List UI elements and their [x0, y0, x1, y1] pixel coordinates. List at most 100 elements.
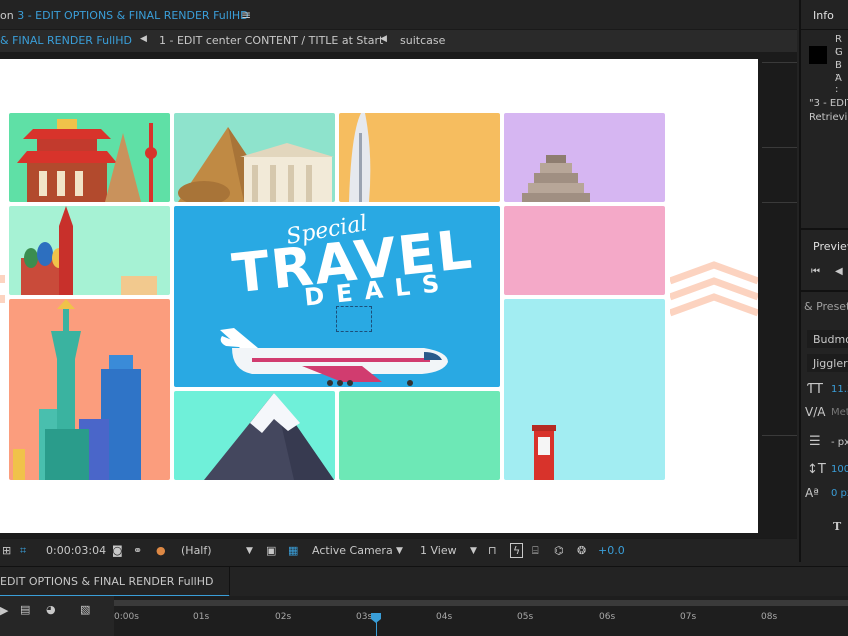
chevron-down-icon[interactable]: ▼ [470, 546, 477, 556]
tile-dubai [339, 113, 500, 202]
color-swatch [809, 46, 827, 64]
timeline-tab-active[interactable]: EDIT OPTIONS & FINAL RENDER FullHD [0, 567, 230, 597]
airplane-illustration [220, 328, 448, 386]
time-tick: 01s [193, 612, 210, 622]
guide-line [762, 147, 797, 148]
bold-button[interactable]: T [833, 520, 841, 533]
comp-marker-icon[interactable]: ▶ [0, 604, 8, 617]
composition-title[interactable]: on 3 - EDIT OPTIONS & FINAL RENDER FullH… [0, 9, 249, 22]
time-ruler[interactable]: 0:00s 01s 02s 03s 04s 05s 06s 07s 08s [114, 596, 848, 636]
chevron-down-icon[interactable]: ▼ [246, 546, 253, 556]
right-panel-stack: Info R : G : B : A : "3 - EDIT Retrievin… [799, 0, 848, 562]
chevron-decoration-left [0, 275, 5, 303]
time-tick: 04s [436, 612, 453, 622]
mountain-illustration [204, 393, 334, 480]
viewer-toolbar: ⊞ ⌗ 0:00:03:04 ◙ ⚭ ● (Half) ▼ ▣ ▦ Active… [0, 538, 797, 562]
composition-prefix: on [0, 9, 14, 22]
baseline-shift-icon: Aª [805, 486, 819, 500]
region-icon[interactable]: ⌗ [20, 544, 26, 558]
exposure-reset-icon[interactable]: ❂ [577, 544, 586, 557]
kremlin-illustration [21, 206, 157, 295]
composition-viewer[interactable]: Special TRAVEL DEALS [0, 52, 797, 538]
guide-line [762, 435, 797, 436]
tile-mountain [174, 391, 335, 480]
info-a-label: A : [835, 73, 842, 95]
preset-item[interactable]: Jiggler [807, 354, 848, 372]
graph-editor-icon[interactable]: ▧ [80, 603, 90, 616]
time-tick: 0:00s [114, 612, 139, 622]
guide-line [762, 62, 797, 63]
pixel-aspect-icon[interactable]: ⊓ [488, 544, 497, 557]
flowchart-item-suitcase[interactable]: suitcase [400, 34, 445, 47]
playhead-handle[interactable] [371, 613, 381, 623]
kerning-value[interactable]: Met [831, 407, 848, 418]
time-tick: 08s [761, 612, 778, 622]
composition-header: on 3 - EDIT OPTIONS & FINAL RENDER FullH… [0, 0, 797, 30]
presets-tab[interactable]: & Presets [804, 300, 848, 313]
leading-icon: ☰ [809, 434, 821, 449]
time-tick: 03s [356, 612, 373, 622]
step-pyramid-illustration [522, 155, 590, 202]
info-tab[interactable]: Info [813, 9, 834, 22]
sail-tower-illustration [349, 113, 371, 202]
tile-russia [9, 206, 170, 295]
hamburger-icon[interactable]: ≡ [241, 8, 251, 22]
flowchart-arrow-icon: ◀ [140, 34, 147, 44]
resolution-dropdown[interactable]: (Half) [181, 544, 212, 557]
transparency-grid-icon[interactable]: ▦ [288, 544, 298, 557]
preview-panel: Preview ⏮ ◀ [801, 228, 848, 288]
comp-canvas[interactable]: Special TRAVEL DEALS [0, 59, 758, 533]
tile-egypt [174, 113, 335, 202]
first-frame-icon[interactable]: ⏮ [811, 266, 820, 277]
fast-preview-icon[interactable]: ϟ [510, 543, 524, 558]
tile-london [504, 299, 665, 480]
time-tick: 07s [680, 612, 697, 622]
grid-icon[interactable]: ⊞ [2, 544, 11, 557]
tile-green [339, 391, 500, 480]
guide-line [762, 202, 797, 203]
chevron-down-icon[interactable]: ▼ [396, 546, 403, 556]
composition-name: 3 - EDIT OPTIONS & FINAL RENDER FullHD [17, 9, 249, 22]
exposure-value[interactable]: +0.0 [598, 544, 625, 557]
flowchart-arrow-icon: ◀ [380, 34, 387, 44]
view-layout-dropdown[interactable]: 1 View [420, 544, 457, 557]
font-size-value[interactable]: 11.3 [831, 384, 848, 395]
vertical-scale-icon: ↕T [807, 462, 826, 477]
effects-presets-panel: & Presets Budmo Jiggler ƬT 11.3 V/A Met … [801, 290, 848, 562]
tile-asia [9, 113, 170, 202]
camera-snapshot-icon[interactable]: ◙ [112, 544, 123, 557]
previous-frame-icon[interactable]: ◀ [835, 266, 843, 277]
show-snapshot-icon[interactable]: ⚭ [133, 544, 142, 557]
timeline-icon[interactable]: ⌸ [532, 544, 539, 558]
pyramid-illustration [178, 127, 334, 202]
chevron-decoration [670, 261, 758, 317]
time-tick: 05s [517, 612, 534, 622]
phone-box-illustration [532, 425, 556, 480]
baseline-value[interactable]: 0 px [831, 488, 848, 499]
flowchart-item-edit-center[interactable]: 1 - EDIT center CONTENT / TITLE at Start [159, 34, 383, 47]
statue-liberty-illustration [13, 299, 141, 480]
work-area-bar[interactable] [114, 600, 848, 606]
motion-blur-icon[interactable]: ◕ [46, 603, 56, 616]
timeline-tab-label: EDIT OPTIONS & FINAL RENDER FullHD [0, 575, 214, 588]
composition-flowchart-bar: & FINAL RENDER FullHD ◀ 1 - EDIT center … [0, 30, 797, 52]
time-tick: 02s [275, 612, 292, 622]
info-status-line: Retrievin [809, 112, 848, 123]
info-panel-header: Info [801, 0, 848, 30]
draft-3d-icon[interactable]: ▤ [20, 603, 30, 616]
preset-item[interactable]: Budmo [807, 330, 848, 348]
flowchart-item-current[interactable]: & FINAL RENDER FullHD [0, 34, 132, 47]
timeline-tabbar: EDIT OPTIONS & FINAL RENDER FullHD [0, 566, 848, 597]
region-of-interest-icon[interactable]: ▣ [266, 544, 276, 557]
font-size-icon: ƬT [807, 382, 823, 397]
camera-dropdown[interactable]: Active Camera [312, 544, 393, 557]
timecode[interactable]: 0:00:03:04 [46, 544, 106, 557]
vertical-scale-value[interactable]: 100 [831, 464, 848, 475]
flowchart-icon[interactable]: ⌬ [554, 544, 564, 557]
tile-new-york [9, 299, 170, 480]
tile-travel-deals: Special TRAVEL DEALS [174, 206, 500, 387]
leading-value[interactable]: - px [831, 437, 848, 448]
preview-tab[interactable]: Preview [813, 240, 848, 253]
tile-pink [504, 206, 665, 295]
color-channel-icon[interactable]: ● [156, 544, 166, 557]
